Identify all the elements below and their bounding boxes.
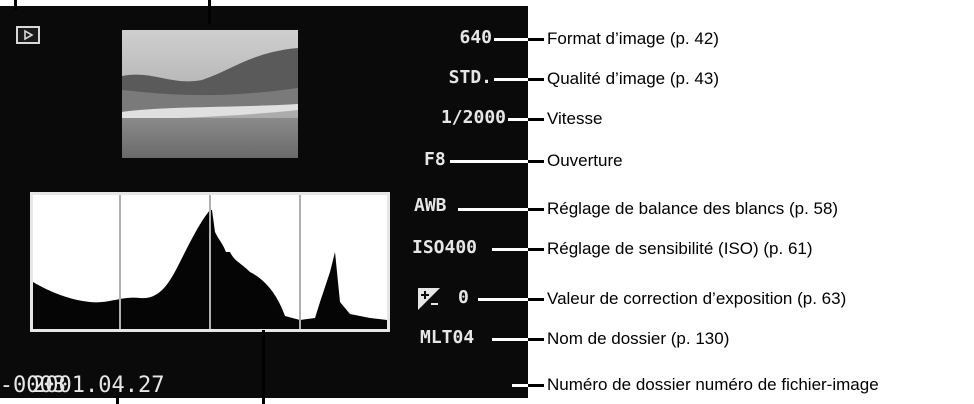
histogram — [30, 192, 390, 332]
label-format: Format d’image (p. 42) — [547, 29, 719, 48]
callout-tick-thumbnail — [208, 0, 211, 24]
lead-file-inner — [512, 384, 528, 387]
lead-wb — [528, 208, 544, 211]
callout-tick-date — [116, 396, 119, 404]
lead-format — [528, 38, 544, 41]
lead-folder-inner — [492, 338, 528, 341]
label-iso: Réglage de sensibilité (ISO) (p. 61) — [547, 239, 813, 258]
label-aperture: Ouverture — [547, 151, 623, 170]
callout-tick-histogram — [262, 330, 265, 404]
exposure-compensation-icon — [418, 288, 440, 310]
quality-value: STD. — [448, 67, 492, 88]
label-file-number: Numéro de dossier numéro de fichier-imag… — [547, 375, 879, 394]
lead-folder — [528, 338, 544, 341]
lead-aperture — [528, 160, 544, 163]
lead-aperture-inner — [450, 160, 528, 163]
file-number-readout: 100-0003 — [0, 373, 66, 398]
image-thumbnail — [122, 30, 298, 158]
label-shutter: Vitesse — [547, 109, 603, 128]
label-exposure: Valeur de correction d’exposition (p. 63… — [547, 289, 847, 308]
lead-shutter — [528, 118, 544, 121]
label-white-balance: Réglage de balance des blancs (p. 58) — [547, 199, 839, 218]
lead-ev — [528, 298, 544, 301]
lead-format-inner — [494, 38, 528, 41]
lead-iso-inner — [492, 248, 528, 251]
folder-value: MLT04 — [420, 327, 475, 348]
lead-quality — [528, 78, 544, 81]
white-balance-value: AWB — [414, 195, 447, 216]
aperture-value: F8 — [424, 149, 446, 170]
lead-iso — [528, 248, 544, 251]
format-value: 640 — [459, 27, 492, 48]
lead-ev-inner — [478, 298, 528, 301]
lead-shutter-inner — [508, 118, 528, 121]
callout-tick-mode — [14, 0, 17, 10]
play-icon — [16, 26, 40, 44]
exposure-value: 0 — [458, 287, 469, 308]
shutter-value: 1/2000 — [440, 107, 506, 128]
label-folder: Nom de dossier (p. 130) — [547, 329, 730, 348]
lead-wb-inner — [458, 208, 528, 211]
label-quality: Qualité d’image (p. 43) — [547, 69, 719, 88]
lead-file — [528, 384, 544, 387]
lead-quality-inner — [494, 78, 528, 81]
iso-value: ISO400 — [412, 237, 478, 258]
